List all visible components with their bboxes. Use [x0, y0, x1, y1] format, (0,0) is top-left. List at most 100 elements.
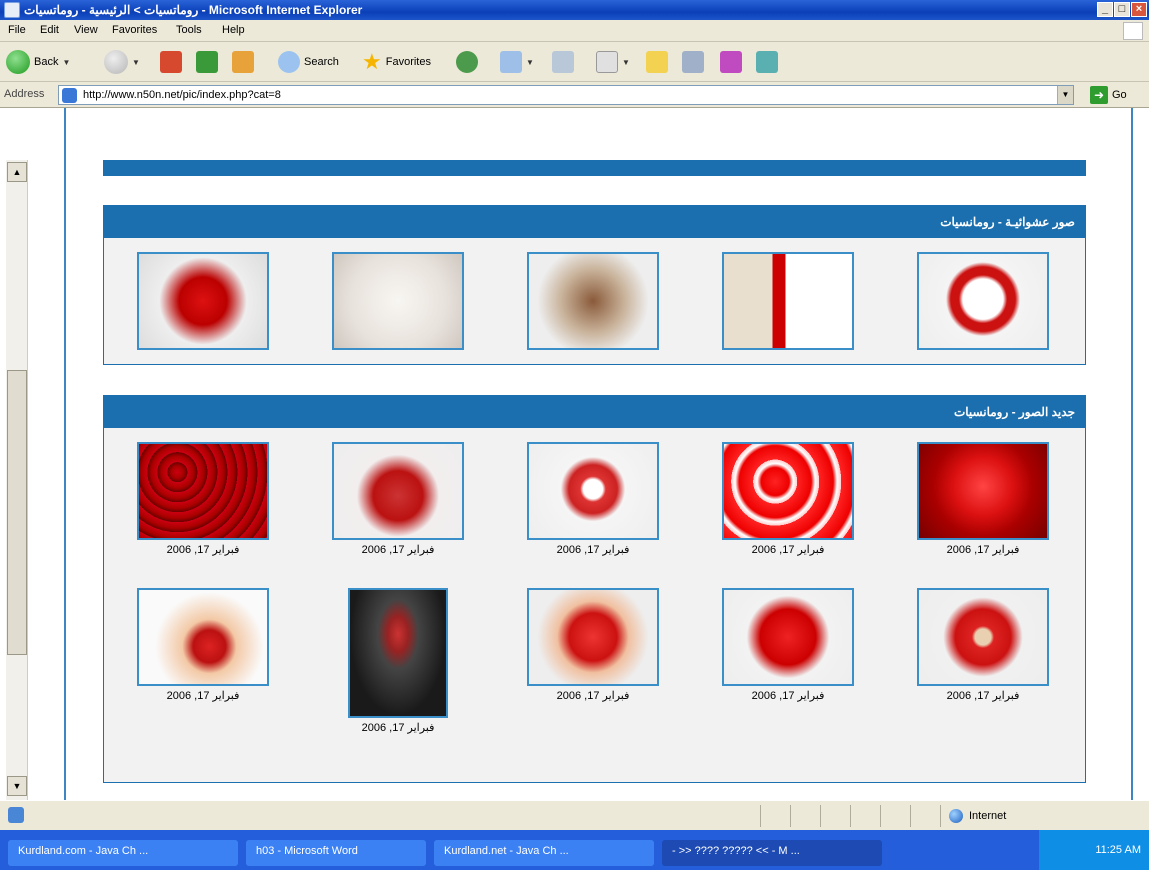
previous-section-footer	[103, 160, 1086, 176]
address-url[interactable]: http://www.n50n.net/pic/index.php?cat=8	[83, 89, 281, 101]
wine-glass-hearts-image[interactable]	[348, 588, 448, 718]
menu-tools[interactable]: Tools	[176, 24, 202, 36]
address-input[interactable]: http://www.n50n.net/pic/index.php?cat=8 …	[58, 85, 1074, 105]
vertical-scrollbar[interactable]: ▲ ▼	[6, 160, 28, 800]
messenger-button[interactable]	[720, 48, 742, 76]
taskbar-button-kurdland-net[interactable]: Kurdland.net - Java Ch ...	[434, 840, 654, 866]
ie-window-icon[interactable]	[4, 2, 20, 18]
status-bar: Internet	[0, 800, 1149, 830]
new-thumb-10[interactable]: فبراير 17, 2006	[917, 588, 1049, 702]
back-button[interactable]: Back ▼	[6, 48, 70, 76]
menu-favorites[interactable]: Favorites	[112, 24, 157, 36]
taskbar: Kurdland.com - Java Ch ... h03 - Microso…	[0, 830, 1149, 870]
history-button[interactable]	[456, 48, 478, 76]
print-button[interactable]	[552, 48, 574, 76]
new-thumb-8[interactable]: فبراير 17, 2006	[527, 588, 659, 702]
new-thumb-2[interactable]: فبراير 17, 2006	[332, 442, 464, 556]
mail-icon	[500, 51, 522, 73]
history-icon	[456, 51, 478, 73]
research-button[interactable]	[682, 48, 704, 76]
windows-logo-icon	[1123, 22, 1143, 40]
taskbar-button-word[interactable]: h03 - Microsoft Word	[246, 840, 426, 866]
back-arrow-icon	[6, 50, 30, 74]
address-label: Address	[4, 88, 45, 100]
new-thumb-3[interactable]: فبراير 17, 2006	[527, 442, 659, 556]
thumb-date: فبراير 17, 2006	[556, 544, 630, 556]
favorites-label: Favorites	[385, 56, 431, 68]
menu-file[interactable]: File	[8, 24, 26, 36]
star-icon: ★	[362, 49, 382, 74]
favorites-button[interactable]: ★ Favorites	[362, 48, 431, 76]
random-thumb-5[interactable]	[917, 252, 1049, 350]
heart-wreath-image[interactable]	[917, 252, 1049, 350]
forward-button[interactable]: ▼	[104, 48, 140, 76]
home-button[interactable]	[232, 48, 254, 76]
address-dropdown-button[interactable]: ▼	[1057, 86, 1073, 104]
new-thumb-7[interactable]: فبراير 17, 2006	[332, 588, 464, 734]
thumb-date: فبراير 17, 2006	[166, 690, 240, 702]
clock[interactable]: 11:25 AM	[1095, 844, 1141, 856]
page-frame-left	[64, 108, 66, 800]
new-thumb-4[interactable]: فبراير 17, 2006	[722, 442, 854, 556]
bandaged-heart-image[interactable]	[917, 588, 1049, 686]
thumb-date: فبراير 17, 2006	[946, 690, 1020, 702]
maximize-button[interactable]: □	[1114, 2, 1130, 17]
folder-button[interactable]	[646, 48, 668, 76]
stop-button[interactable]	[160, 48, 182, 76]
address-bar: Address http://www.n50n.net/pic/index.ph…	[0, 82, 1149, 108]
zone-label: Internet	[969, 810, 1007, 822]
red-heart-closeup-image[interactable]	[917, 442, 1049, 540]
flowers-image[interactable]	[332, 252, 464, 350]
heart-candle-image[interactable]	[137, 252, 269, 350]
hand-with-hearts-image[interactable]	[137, 588, 269, 686]
scattered-hearts-image[interactable]	[137, 442, 269, 540]
edit-button[interactable]: ▼	[596, 48, 630, 76]
refresh-button[interactable]	[196, 48, 218, 76]
title-bar: روماتسيات > الرئيسية - روماتسيات - Micro…	[0, 0, 1149, 20]
forward-arrow-icon	[104, 50, 128, 74]
random-thumb-4[interactable]	[722, 252, 854, 350]
mail-button[interactable]: ▼	[500, 48, 534, 76]
new-thumb-9[interactable]: فبراير 17, 2006	[722, 588, 854, 702]
hand-squeezing-heart-image[interactable]	[527, 588, 659, 686]
window-controls: _ □ ×	[1097, 2, 1147, 17]
new-images-panel: جديد الصور - رومانسيات فبراير 17, 2006 ف…	[103, 395, 1086, 783]
menu-bar: File Edit View Favorites Tools Help	[0, 20, 1149, 42]
taskbar-button-kurdland-com[interactable]: Kurdland.com - Java Ch ...	[8, 840, 238, 866]
thumb-date: فبراير 17, 2006	[751, 690, 825, 702]
stop-icon	[160, 51, 182, 73]
broken-heart-image[interactable]	[332, 442, 464, 540]
many-hearts-image[interactable]	[722, 442, 854, 540]
research-icon	[682, 51, 704, 73]
security-zone[interactable]: Internet	[940, 805, 1140, 827]
dotted-heart-image[interactable]	[722, 588, 854, 686]
scroll-down-button[interactable]: ▼	[7, 776, 27, 796]
scroll-thumb[interactable]	[7, 370, 27, 655]
menu-view[interactable]: View	[74, 24, 98, 36]
extra-tool-button[interactable]	[756, 48, 778, 76]
random-thumb-2[interactable]	[332, 252, 464, 350]
print-icon	[552, 51, 574, 73]
new-thumb-6[interactable]: فبراير 17, 2006	[137, 588, 269, 702]
thumb-date: فبراير 17, 2006	[361, 722, 435, 734]
close-button[interactable]: ×	[1131, 2, 1147, 17]
minimize-button[interactable]: _	[1097, 2, 1113, 17]
heart-ring-image[interactable]	[527, 442, 659, 540]
gift-box-brown-image[interactable]	[527, 252, 659, 350]
new-thumb-1[interactable]: فبراير 17, 2006	[137, 442, 269, 556]
menu-edit[interactable]: Edit	[40, 24, 59, 36]
random-thumb-1[interactable]	[137, 252, 269, 350]
chevron-down-icon: ▼	[62, 57, 71, 67]
status-segment	[880, 805, 910, 827]
menu-help[interactable]: Help	[222, 24, 245, 36]
random-thumb-3[interactable]	[527, 252, 659, 350]
go-button[interactable]: ➜ Go	[1090, 86, 1127, 104]
new-thumb-5[interactable]: فبراير 17, 2006	[917, 442, 1049, 556]
scroll-up-button[interactable]: ▲	[7, 162, 27, 182]
gift-box-red-ribbon-image[interactable]	[722, 252, 854, 350]
search-button[interactable]: Search	[278, 48, 339, 76]
status-segment	[790, 805, 820, 827]
taskbar-button-ie[interactable]: - >> ???? ????? << - M ...	[662, 840, 882, 866]
status-segment	[910, 805, 940, 827]
status-segment	[820, 805, 850, 827]
